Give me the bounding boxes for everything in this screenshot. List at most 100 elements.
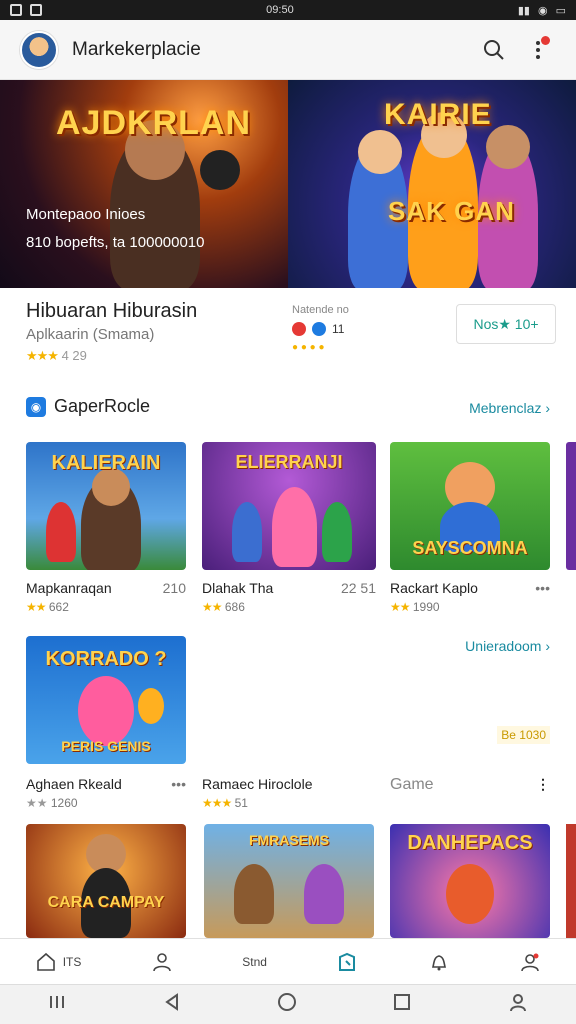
- game-title: Mapkanraqan: [26, 580, 112, 596]
- search-icon: [484, 39, 504, 60]
- game-thumb: SAYSCOMNA: [390, 442, 550, 570]
- featured-info: Hibuaran Hiburasin Aplkaarin (Smama) ★★★…: [0, 288, 576, 378]
- game-title: Ramaec Hiroclole: [202, 776, 313, 792]
- game-card[interactable]: DANHEPACS: [390, 824, 550, 938]
- home-icon: [36, 952, 55, 971]
- game-thumb: KORRADO ? PERIS GENIS: [26, 636, 186, 764]
- hero-left-meta: 810 bopefts, ta 100000010: [26, 234, 205, 251]
- overview-button[interactable]: [393, 993, 411, 1016]
- tag-label: Be 1030: [497, 726, 550, 744]
- mid-value: 11: [332, 322, 345, 336]
- thumb-art-text: SAYSCOMNA: [412, 538, 528, 558]
- game-thumb: DANHEPACS: [390, 824, 550, 938]
- thumb-art-subtext: PERIS GENIS: [61, 738, 151, 754]
- hero-left-title: AJDKRLAN: [56, 104, 251, 142]
- game-rating: ★★ 1990: [390, 600, 440, 614]
- hero-card-right[interactable]: KAIRIE SAK GAN: [288, 80, 576, 288]
- game-more-icon[interactable]: •••: [535, 580, 550, 596]
- star-icon: ★★★: [26, 348, 59, 363]
- next-card-peek[interactable]: [566, 442, 576, 570]
- game-thumb: FMRASEMS: [204, 824, 374, 938]
- game-title: Game: [390, 776, 434, 793]
- mid-dots: ● ● ● ●: [292, 342, 325, 353]
- blue-badge-icon: [312, 322, 326, 336]
- thumb-art-text: KORRADO ?: [45, 648, 167, 670]
- game-card[interactable]: Ramaec Hiroclole ★★★ 51: [202, 776, 362, 810]
- recents-button[interactable]: [48, 993, 66, 1016]
- search-button[interactable]: [476, 32, 512, 68]
- square-icon: [394, 994, 411, 1010]
- nav-notifications[interactable]: [428, 951, 450, 973]
- bell-icon: [431, 954, 446, 970]
- thumb-art-text: ELIERRANJI: [235, 452, 343, 472]
- nav-store-label: Stnd: [242, 954, 267, 969]
- game-rating: ★★ 1260: [26, 796, 78, 810]
- see-more-link[interactable]: Mebrenclaz ›: [469, 400, 550, 416]
- assistant-button[interactable]: [508, 992, 528, 1017]
- thumb-art-text: KALIERAIN: [51, 452, 161, 474]
- nav-home[interactable]: ITS: [35, 951, 82, 973]
- more-vert-icon: [536, 40, 540, 59]
- bottom-nav: ITS Stnd: [0, 938, 576, 984]
- game-title: Aghaen Rkeald: [26, 776, 122, 792]
- section-title: GaperRocle: [54, 396, 151, 416]
- game-rating: ★★ 686: [202, 600, 245, 614]
- game-card[interactable]: Game ⋮: [390, 776, 550, 794]
- game-card[interactable]: KORRADO ? PERIS GENIS Aghaen Rkeald ••• ★…: [26, 636, 186, 810]
- home-circle-icon: [277, 993, 296, 1011]
- game-title: Dlahak Tha: [202, 580, 274, 596]
- nav-home-label: ITS: [62, 954, 82, 969]
- featured-subtitle: Aplkaarin (Smama): [26, 326, 155, 343]
- game-card[interactable]: ELIERRANJI Dlahak Tha 22 51 ★★ 686: [202, 442, 376, 614]
- game-title: Rackart Kaplo: [390, 580, 478, 596]
- game-rating: ★★ 662: [26, 600, 69, 614]
- back-button[interactable]: [163, 993, 181, 1016]
- section-icon: ◉: [26, 396, 46, 417]
- featured-title: Hibuaran Hiburasin: [26, 300, 198, 322]
- library-icon: [339, 952, 356, 971]
- see-more-link-2[interactable]: Unieradoom ›: [465, 638, 550, 654]
- game-thumb: CARA CAMPAY: [26, 824, 186, 938]
- game-card[interactable]: CARA CAMPAY: [26, 824, 186, 938]
- game-num: 210: [162, 580, 186, 596]
- game-more-icon[interactable]: ⋮: [536, 776, 550, 794]
- hero-card-left[interactable]: AJDKRLAN Montepaoo Inioes 810 bopefts, t…: [0, 80, 288, 288]
- notification-icon: [10, 4, 22, 16]
- app-title: Markekerplacie: [72, 38, 201, 60]
- featured-mid-info: Natende no 11 ● ● ● ●: [292, 304, 349, 353]
- red-badge-icon: [292, 322, 306, 336]
- game-thumb: ELIERRANJI: [202, 442, 376, 570]
- more-menu-button[interactable]: [520, 32, 556, 68]
- hero-banner[interactable]: AJDKRLAN Montepaoo Inioes 810 bopefts, t…: [0, 80, 576, 288]
- wifi-icon: ◉: [537, 4, 548, 17]
- game-card[interactable]: KALIERAIN Mapkanraqan 210 ★★ 662: [26, 442, 186, 614]
- hero-right-title: KAIRIE: [384, 98, 492, 131]
- person-icon: [509, 994, 526, 1012]
- back-icon: [164, 993, 178, 1011]
- thumb-art-text: CARA CAMPAY: [47, 894, 165, 911]
- game-card[interactable]: SAYSCOMNA Rackart Kaplo ••• ★★ 1990: [390, 442, 550, 614]
- game-card[interactable]: FMRASEMS: [204, 824, 374, 938]
- section-header-1: ◉ GaperRocle: [26, 396, 150, 417]
- next-card-peek[interactable]: [566, 824, 576, 938]
- account-icon: [521, 953, 540, 971]
- hero-left-subtitle: Montepaoo Inioes: [26, 206, 146, 223]
- notification-icon-2: [30, 4, 42, 16]
- person-icon: [153, 952, 171, 971]
- game-more-icon[interactable]: •••: [171, 776, 186, 792]
- nav-account[interactable]: [519, 951, 541, 973]
- recents-icon: [50, 996, 65, 1008]
- nav-store[interactable]: Stnd: [242, 955, 267, 969]
- rating-pill-button[interactable]: Nos★ 10+: [456, 304, 556, 344]
- thumb-art-text: DANHEPACS: [407, 832, 533, 854]
- home-button[interactable]: [277, 992, 297, 1017]
- featured-rating: ★★★ 4 29: [26, 348, 87, 363]
- system-nav-bar: [0, 984, 576, 1024]
- game-num: 22 51: [340, 580, 376, 596]
- nav-profile[interactable]: [151, 951, 173, 973]
- nav-library[interactable]: [336, 951, 358, 973]
- game-thumb: KALIERAIN: [26, 442, 186, 570]
- signal-icon: ▮▮: [517, 4, 530, 17]
- avatar[interactable]: [20, 30, 58, 69]
- mid-label: Natende no: [292, 304, 349, 316]
